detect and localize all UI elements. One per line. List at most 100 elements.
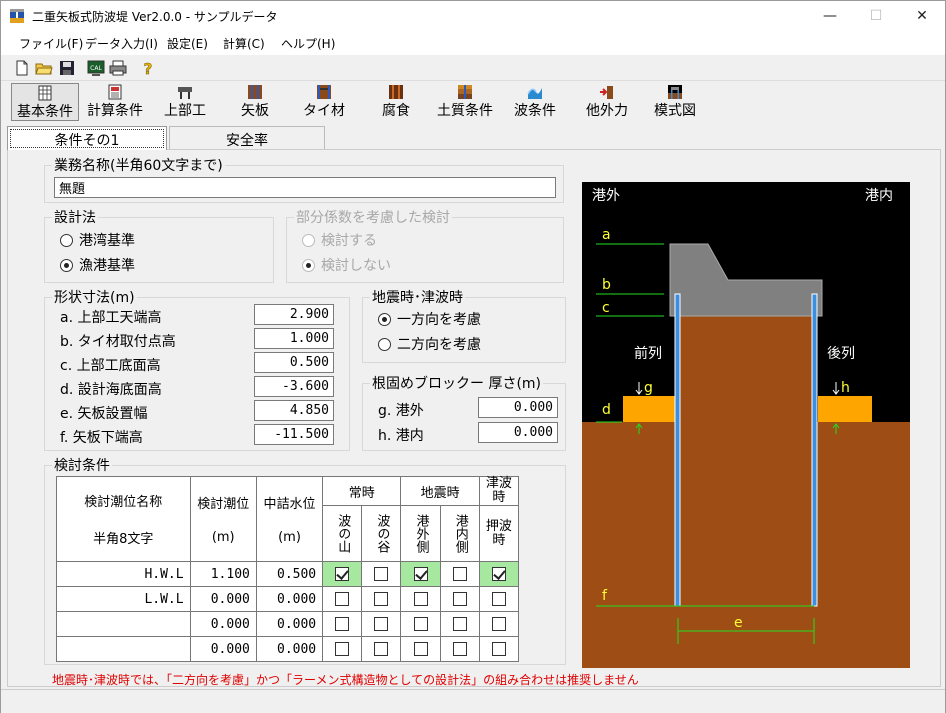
sheet-pile-button[interactable]: 矢板	[237, 83, 273, 121]
inner-fill	[678, 294, 814, 606]
back-sheet-pile	[811, 293, 818, 607]
check-cell	[322, 611, 363, 637]
radio-one-direction[interactable]: 一方向を考慮	[378, 309, 481, 329]
label-outside: 港外	[592, 188, 620, 204]
partial-factor-label: 部分係数を考慮した検討	[294, 207, 452, 227]
calc-conditions-button[interactable]: 計算条件	[83, 83, 147, 121]
dim-c-label: c. 上部工底面高	[60, 358, 161, 374]
tide-name-cell[interactable]: H.W.L	[56, 561, 191, 587]
dim-f-input[interactable]	[254, 424, 334, 445]
job-name-input[interactable]	[54, 177, 556, 198]
front-sheet-pile	[674, 293, 681, 607]
dimensions-label: 形状寸法(m)	[52, 287, 137, 307]
tide-level-cell[interactable]: 0.000	[189, 636, 257, 662]
app-window: 二重矢板式防波堤 Ver2.0.0 - サンプルデータ — ☐ ✕ ファイル(F…	[0, 0, 946, 713]
check-seismic-outer-checkbox[interactable]	[413, 617, 428, 631]
maximize-button[interactable]: ☐	[853, 1, 899, 31]
label-b: b	[602, 277, 611, 293]
menu-file[interactable]: ファイル(F)	[19, 35, 83, 52]
check-wave-trough-checkbox[interactable]	[374, 567, 389, 581]
check-wave-crest-checkbox[interactable]	[335, 642, 350, 656]
radio-two-directions[interactable]: 二方向を考慮	[378, 334, 481, 354]
check-push-wave-checkbox[interactable]	[491, 617, 506, 631]
radio-fishing-port-standard[interactable]: 漁港基準	[60, 255, 135, 275]
menu-calculate[interactable]: 計算(C)	[223, 35, 265, 52]
dim-c-input[interactable]	[254, 352, 334, 373]
superstructure-button[interactable]: 上部工	[159, 83, 211, 121]
wave-conditions-button[interactable]: 波条件	[511, 83, 559, 121]
check-seismic-outer-checkbox[interactable]	[413, 592, 428, 606]
check-cell	[400, 561, 441, 587]
new-file-icon[interactable]	[13, 59, 31, 77]
check-seismic-inner-checkbox[interactable]	[452, 592, 467, 606]
check-seismic-inner-checkbox[interactable]	[452, 617, 467, 631]
header-seismic-inner: 港内側	[439, 505, 480, 562]
check-push-wave-checkbox[interactable]	[491, 592, 506, 606]
basic-conditions-button[interactable]: 基本条件	[11, 83, 79, 121]
menu-settings[interactable]: 設定(E)	[167, 35, 208, 52]
radio-fishing-port-label: 漁港基準	[79, 258, 135, 274]
tide-level-cell[interactable]: 1.100	[189, 561, 257, 587]
check-push-wave-checkbox[interactable]	[491, 567, 506, 581]
tide-name-cell[interactable]: L.W.L	[56, 586, 191, 612]
block-g-input[interactable]	[478, 397, 558, 418]
help-icon[interactable]: ?	[139, 59, 157, 77]
block-h-input[interactable]	[478, 422, 558, 443]
print-icon[interactable]	[109, 59, 127, 77]
seismic-label: 地震時･津波時	[370, 287, 465, 307]
label-a: a	[602, 227, 611, 243]
conditions-panel: 業務名称(半角60文字まで) 設計法 港湾基準 漁港基準 部分係数を考慮した検討…	[7, 149, 941, 687]
tide-level-cell[interactable]: 0.000	[189, 586, 257, 612]
radio-check-no[interactable]: 検討しない	[302, 255, 391, 275]
minimize-button[interactable]: —	[807, 1, 853, 31]
menu-help[interactable]: ヘルプ(H)	[281, 35, 335, 52]
external-force-icon	[600, 86, 613, 99]
tab-conditions-1[interactable]: 条件その1	[7, 126, 167, 150]
inner-level-cell[interactable]: 0.000	[255, 636, 324, 662]
check-seismic-outer-checkbox[interactable]	[413, 567, 428, 581]
tide-name-cell[interactable]	[56, 636, 191, 662]
title-bar: 二重矢板式防波堤 Ver2.0.0 - サンプルデータ — ☐ ✕	[1, 1, 945, 31]
check-cell	[361, 586, 402, 612]
check-cell	[322, 586, 363, 612]
root-block-label: 根固めブロックー 厚さ(m)	[370, 373, 544, 393]
tab-safety-factor[interactable]: 安全率	[169, 126, 325, 150]
check-seismic-inner-checkbox[interactable]	[452, 567, 467, 581]
tie-rod-button[interactable]: タイ材	[303, 83, 345, 121]
menu-data-input[interactable]: データ入力(I)	[85, 35, 158, 52]
other-forces-button[interactable]: 他外力	[583, 83, 631, 121]
superstructure-icon	[178, 87, 192, 99]
check-wave-crest-checkbox[interactable]	[335, 592, 350, 606]
label-e: e	[734, 615, 743, 631]
check-wave-crest-checkbox[interactable]	[335, 567, 350, 581]
quick-toolbar: CAL ?	[1, 55, 945, 81]
tide-name-cell[interactable]	[56, 611, 191, 637]
save-icon[interactable]	[58, 59, 76, 77]
corrosion-button[interactable]: 腐食	[379, 83, 413, 121]
header-inner: 中詰水位 (m)	[255, 476, 324, 562]
check-seismic-outer-checkbox[interactable]	[413, 642, 428, 656]
check-wave-trough-checkbox[interactable]	[374, 642, 389, 656]
radio-port-standard[interactable]: 港湾基準	[60, 230, 135, 250]
soil-conditions-button[interactable]: 土質条件	[435, 83, 495, 121]
open-folder-icon[interactable]	[35, 59, 53, 77]
dim-a-input[interactable]	[254, 304, 334, 325]
close-button[interactable]: ✕	[899, 1, 945, 31]
calculate-icon[interactable]: CAL	[87, 59, 105, 77]
check-push-wave-checkbox[interactable]	[491, 642, 506, 656]
check-seismic-inner-checkbox[interactable]	[452, 642, 467, 656]
inner-level-cell[interactable]: 0.000	[255, 611, 324, 637]
radio-circle-selected	[378, 312, 391, 326]
dim-d-label: d. 設計海底面高	[60, 382, 162, 398]
dim-d-input[interactable]	[254, 376, 334, 397]
tide-level-cell[interactable]: 0.000	[189, 611, 257, 637]
radio-check-yes[interactable]: 検討する	[302, 230, 377, 250]
dim-b-input[interactable]	[254, 328, 334, 349]
check-wave-trough-checkbox[interactable]	[374, 592, 389, 606]
dim-e-input[interactable]	[254, 400, 334, 421]
check-wave-crest-checkbox[interactable]	[335, 617, 350, 631]
check-wave-trough-checkbox[interactable]	[374, 617, 389, 631]
inner-level-cell[interactable]: 0.500	[255, 561, 324, 587]
inner-level-cell[interactable]: 0.000	[255, 586, 324, 612]
schematic-button[interactable]: 模式図	[651, 83, 699, 121]
